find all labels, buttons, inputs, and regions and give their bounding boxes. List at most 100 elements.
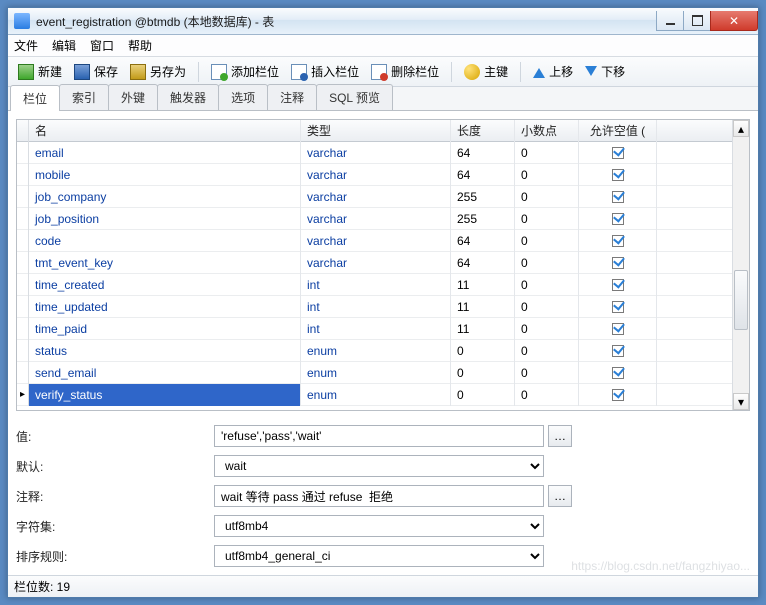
checkbox-icon[interactable] (612, 169, 624, 181)
save-button[interactable]: 保存 (70, 61, 122, 82)
table-row[interactable]: time_createdint110 (17, 274, 749, 296)
menu-file[interactable]: 文件 (14, 37, 38, 54)
cell-type[interactable]: varchar (301, 208, 451, 230)
add-field-button[interactable]: 添加栏位 (207, 61, 283, 82)
close-button[interactable]: ✕ (710, 11, 758, 31)
tab-5[interactable]: 注释 (267, 84, 317, 110)
move-up-button[interactable]: 上移 (529, 61, 577, 82)
table-row[interactable]: job_companyvarchar2550 (17, 186, 749, 208)
cell-length[interactable]: 64 (451, 230, 515, 252)
cell-allownull[interactable] (579, 230, 657, 252)
cell-decimals[interactable]: 0 (515, 164, 579, 186)
cell-allownull[interactable] (579, 340, 657, 362)
cell-allownull[interactable] (579, 186, 657, 208)
table-row[interactable]: send_emailenum00 (17, 362, 749, 384)
cell-allownull[interactable] (579, 274, 657, 296)
cell-decimals[interactable]: 0 (515, 252, 579, 274)
cell-name[interactable]: mobile (29, 164, 301, 186)
checkbox-icon[interactable] (612, 257, 624, 269)
cell-decimals[interactable]: 0 (515, 384, 579, 406)
cell-decimals[interactable]: 0 (515, 230, 579, 252)
col-name[interactable]: 名 (29, 120, 301, 142)
cell-length[interactable]: 64 (451, 252, 515, 274)
menu-window[interactable]: 窗口 (90, 37, 114, 54)
col-decimals[interactable]: 小数点 (515, 120, 579, 142)
cell-name[interactable]: verify_status (29, 384, 301, 406)
tab-0[interactable]: 栏位 (10, 85, 60, 111)
cell-allownull[interactable] (579, 252, 657, 274)
menu-help[interactable]: 帮助 (128, 37, 152, 54)
cell-type[interactable]: varchar (301, 142, 451, 164)
table-row[interactable]: mobilevarchar640 (17, 164, 749, 186)
table-row[interactable]: tmt_event_keyvarchar640 (17, 252, 749, 274)
cell-name[interactable]: send_email (29, 362, 301, 384)
cell-name[interactable]: job_position (29, 208, 301, 230)
cell-type[interactable]: varchar (301, 252, 451, 274)
cell-length[interactable]: 255 (451, 208, 515, 230)
cell-decimals[interactable]: 0 (515, 142, 579, 164)
cell-type[interactable]: int (301, 296, 451, 318)
cell-decimals[interactable]: 0 (515, 362, 579, 384)
tab-3[interactable]: 触发器 (157, 84, 219, 110)
maximize-button[interactable] (683, 11, 711, 31)
table-row[interactable]: time_paidint110 (17, 318, 749, 340)
comment-browse-button[interactable]: … (548, 485, 572, 507)
table-row[interactable]: time_updatedint110 (17, 296, 749, 318)
menu-edit[interactable]: 编辑 (52, 37, 76, 54)
cell-allownull[interactable] (579, 142, 657, 164)
col-type[interactable]: 类型 (301, 120, 451, 142)
new-button[interactable]: 新建 (14, 61, 66, 82)
cell-allownull[interactable] (579, 318, 657, 340)
cell-decimals[interactable]: 0 (515, 296, 579, 318)
cell-length[interactable]: 11 (451, 274, 515, 296)
cell-allownull[interactable] (579, 208, 657, 230)
cell-allownull[interactable] (579, 362, 657, 384)
cell-type[interactable]: varchar (301, 230, 451, 252)
cell-type[interactable]: varchar (301, 186, 451, 208)
col-length[interactable]: 长度 (451, 120, 515, 142)
scroll-up-arrow[interactable]: ▴ (733, 120, 749, 137)
primary-key-button[interactable]: 主键 (460, 61, 512, 82)
tab-4[interactable]: 选项 (218, 84, 268, 110)
scroll-thumb[interactable] (734, 270, 748, 330)
cell-allownull[interactable] (579, 296, 657, 318)
default-select[interactable]: wait (214, 455, 544, 477)
value-browse-button[interactable]: … (548, 425, 572, 447)
cell-name[interactable]: job_company (29, 186, 301, 208)
move-down-button[interactable]: 下移 (581, 60, 629, 84)
checkbox-icon[interactable] (612, 323, 624, 335)
checkbox-icon[interactable] (612, 345, 624, 357)
checkbox-icon[interactable] (612, 389, 624, 401)
value-input[interactable] (214, 425, 544, 447)
cell-name[interactable]: time_created (29, 274, 301, 296)
cell-type[interactable]: varchar (301, 164, 451, 186)
checkbox-icon[interactable] (612, 301, 624, 313)
checkbox-icon[interactable] (612, 279, 624, 291)
table-row[interactable]: job_positionvarchar2550 (17, 208, 749, 230)
insert-field-button[interactable]: 插入栏位 (287, 61, 363, 82)
checkbox-icon[interactable] (612, 235, 624, 247)
cell-type[interactable]: enum (301, 340, 451, 362)
cell-length[interactable]: 0 (451, 384, 515, 406)
table-row[interactable]: statusenum00 (17, 340, 749, 362)
cell-decimals[interactable]: 0 (515, 186, 579, 208)
cell-allownull[interactable] (579, 164, 657, 186)
cell-name[interactable]: status (29, 340, 301, 362)
delete-field-button[interactable]: 删除栏位 (367, 61, 443, 82)
saveas-button[interactable]: 另存为 (126, 61, 190, 82)
cell-decimals[interactable]: 0 (515, 208, 579, 230)
cell-decimals[interactable]: 0 (515, 274, 579, 296)
tab-6[interactable]: SQL 预览 (316, 84, 393, 110)
table-row[interactable]: emailvarchar640 (17, 142, 749, 164)
table-row[interactable]: verify_statusenum00 (17, 384, 749, 406)
tab-1[interactable]: 索引 (59, 84, 109, 110)
cell-length[interactable]: 11 (451, 296, 515, 318)
checkbox-icon[interactable] (612, 191, 624, 203)
vertical-scrollbar[interactable]: ▴ ▾ (732, 120, 749, 410)
comment-input[interactable] (214, 485, 544, 507)
cell-type[interactable]: enum (301, 362, 451, 384)
cell-length[interactable]: 64 (451, 164, 515, 186)
scroll-down-arrow[interactable]: ▾ (733, 393, 749, 410)
cell-length[interactable]: 255 (451, 186, 515, 208)
cell-type[interactable]: enum (301, 384, 451, 406)
